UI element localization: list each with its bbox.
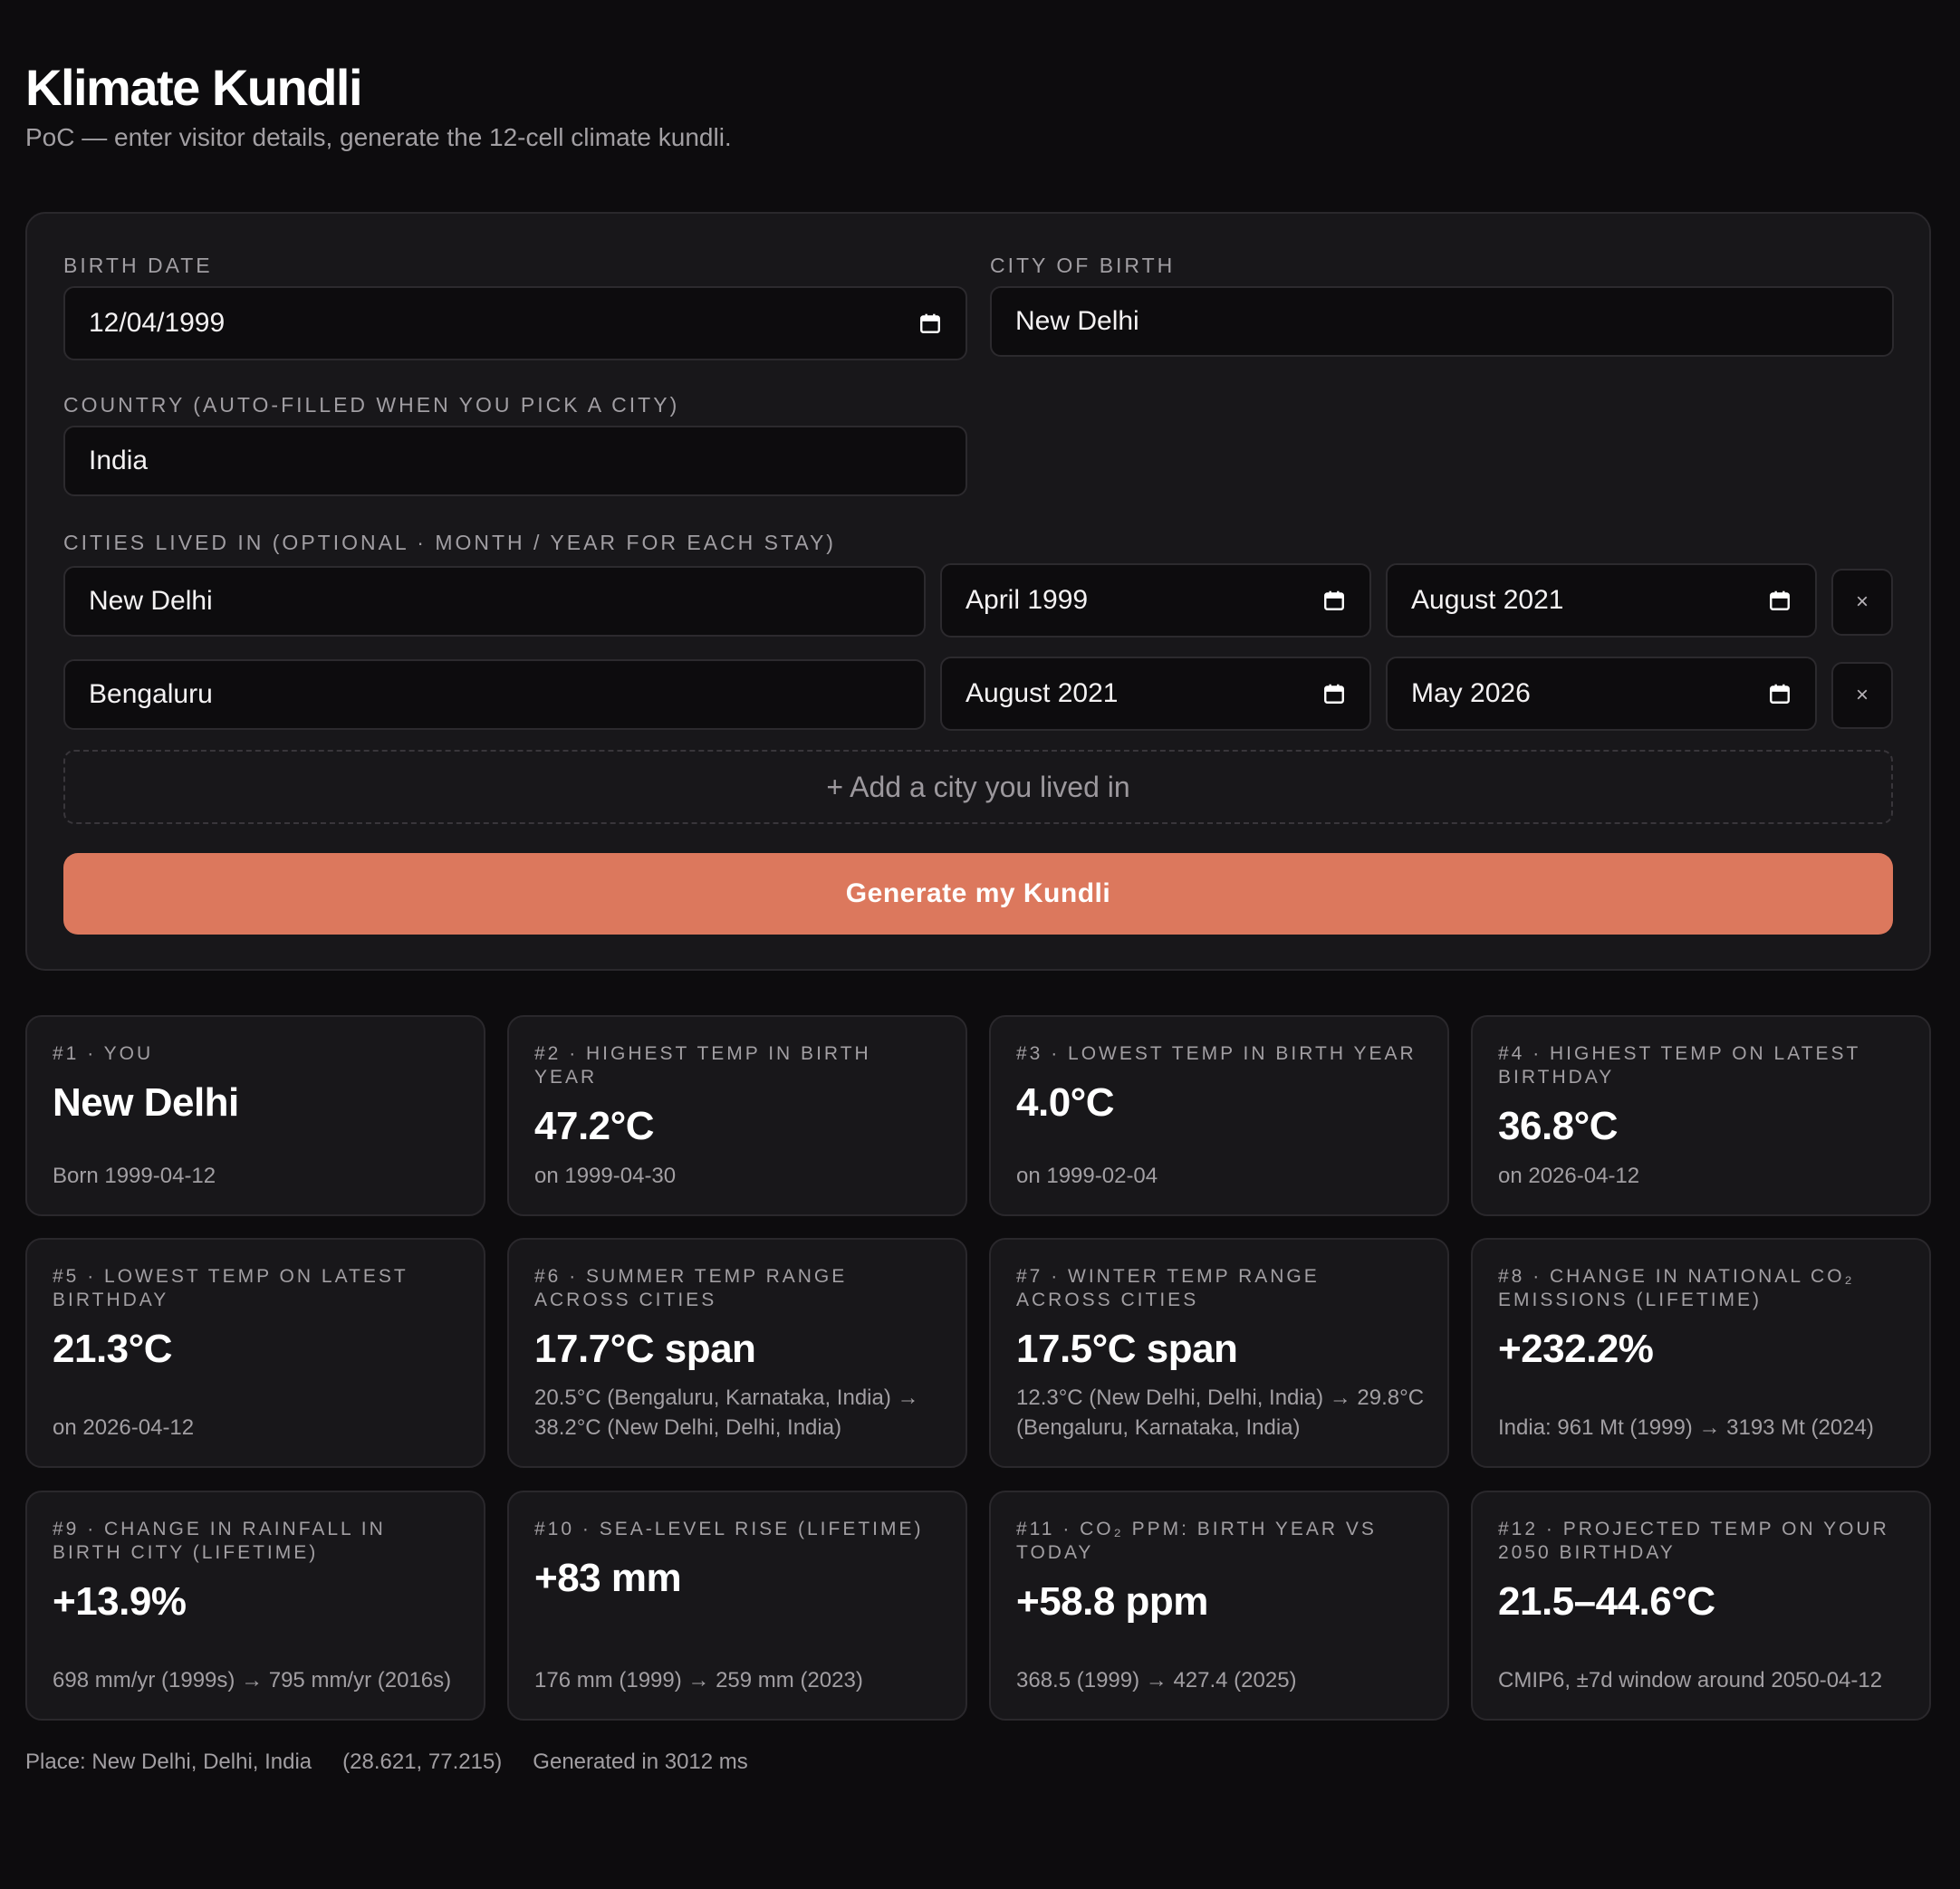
cell-title: #6 · SUMMER TEMP RANGE ACROSS CITIES	[534, 1266, 848, 1310]
calendar-icon[interactable]	[1768, 589, 1792, 612]
cell-title: #4 · HIGHEST TEMP ON LATEST BIRTHDAY	[1498, 1043, 1860, 1088]
city-of-birth-input[interactable]: New Delhi	[990, 286, 1894, 357]
stay-from-value: April 1999	[966, 585, 1089, 615]
stay-city-input[interactable]: New Delhi	[63, 566, 926, 637]
stay-to-input[interactable]: May 2026	[1386, 657, 1817, 731]
city-of-birth-value: New Delhi	[1015, 306, 1139, 336]
remove-stay-button[interactable]: ×	[1831, 662, 1893, 729]
kundli-cell: #8 · CHANGE IN NATIONAL CO₂ EMISSIONS (L…	[1471, 1238, 1931, 1468]
close-icon: ×	[1855, 683, 1869, 707]
calendar-icon[interactable]	[918, 312, 942, 335]
cell-title: #11 · CO₂ PPM: BIRTH YEAR VS TODAY	[1016, 1519, 1377, 1563]
stay-city-value: Bengaluru	[89, 679, 213, 709]
cell-value: New Delhi	[53, 1080, 239, 1125]
kundli-cell: #12 · PROJECTED TEMP ON YOUR 2050 BIRTHD…	[1471, 1491, 1931, 1721]
cell-value: +13.9%	[53, 1579, 187, 1624]
cell-note: Born 1999-04-12	[53, 1164, 216, 1188]
cell-value: 47.2°C	[534, 1104, 655, 1148]
cell-note: CMIP6, ±7d window around 2050-04-12	[1498, 1668, 1883, 1692]
birth-date-label: BIRTH DATE	[63, 254, 213, 277]
cell-note: on 1999-02-04	[1016, 1164, 1158, 1188]
footer-generated: Generated in 3012 ms	[533, 1750, 748, 1774]
cell-note: on 2026-04-12	[1498, 1164, 1640, 1188]
visitor-form: BIRTH DATE 12/04/1999 CITY OF BIRTH New …	[25, 212, 1931, 971]
cell-value: 21.3°C	[53, 1327, 173, 1371]
calendar-icon[interactable]	[1322, 589, 1346, 612]
footer-place: Place: New Delhi, Delhi, India	[25, 1750, 312, 1774]
city-of-birth-label: CITY OF BIRTH	[990, 254, 1176, 277]
page-subtitle: PoC — enter visitor details, generate th…	[25, 123, 732, 151]
cell-note: on 1999-04-30	[534, 1164, 677, 1188]
cell-note: India: 961 Mt (1999) → 3193 Mt (2024)	[1498, 1415, 1874, 1440]
cell-note: on 2026-04-12	[53, 1415, 195, 1440]
country-input[interactable]: India	[63, 426, 967, 496]
kundli-cell: #11 · CO₂ PPM: BIRTH YEAR VS TODAY +58.8…	[989, 1491, 1449, 1721]
generate-kundli-button[interactable]: Generate my Kundli	[63, 853, 1893, 935]
stay-city-value: New Delhi	[89, 586, 213, 616]
cell-note: 20.5°C (Bengaluru, Karnataka, India) → 3…	[534, 1386, 919, 1440]
country-label: COUNTRY (AUTO-FILLED WHEN YOU PICK A CIT…	[63, 393, 680, 417]
cell-title: #5 · LOWEST TEMP ON LATEST BIRTHDAY	[53, 1266, 408, 1310]
cell-value: +232.2%	[1498, 1327, 1654, 1371]
cell-title: #12 · PROJECTED TEMP ON YOUR 2050 BIRTHD…	[1498, 1519, 1889, 1563]
cell-value: 36.8°C	[1498, 1104, 1619, 1148]
cell-title: #3 · LOWEST TEMP IN BIRTH YEAR	[1016, 1043, 1417, 1064]
kundli-cell: #5 · LOWEST TEMP ON LATEST BIRTHDAY 21.3…	[25, 1238, 485, 1468]
cell-value: +58.8 ppm	[1016, 1579, 1208, 1624]
kundli-cell: #10 · SEA-LEVEL RISE (LIFETIME) +83 mm 1…	[507, 1491, 967, 1721]
cell-note: 698 mm/yr (1999s) → 795 mm/yr (2016s)	[53, 1668, 452, 1692]
page: Klimate Kundli PoC — enter visitor detai…	[0, 0, 1960, 1889]
stay-from-input[interactable]: April 1999	[940, 563, 1371, 638]
cell-title: #2 · HIGHEST TEMP IN BIRTH YEAR	[534, 1043, 871, 1088]
footer: Place: New Delhi, Delhi, India (28.621, …	[25, 1750, 748, 1775]
country-value: India	[89, 446, 149, 475]
cell-value: 17.5°C span	[1016, 1327, 1238, 1371]
page-title: Klimate Kundli	[25, 59, 363, 116]
cell-note: 368.5 (1999) → 427.4 (2025)	[1016, 1668, 1297, 1692]
cell-value: 17.7°C span	[534, 1327, 756, 1371]
kundli-cell: #4 · HIGHEST TEMP ON LATEST BIRTHDAY 36.…	[1471, 1015, 1931, 1216]
kundli-cell: #2 · HIGHEST TEMP IN BIRTH YEAR 47.2°C o…	[507, 1015, 967, 1216]
cell-title: #10 · SEA-LEVEL RISE (LIFETIME)	[534, 1519, 924, 1539]
cell-note: 12.3°C (New Delhi, Delhi, India) → 29.8°…	[1016, 1386, 1425, 1440]
remove-stay-button[interactable]: ×	[1831, 569, 1893, 636]
cell-value: +83 mm	[534, 1556, 682, 1600]
birth-date-input[interactable]: 12/04/1999	[63, 286, 967, 360]
stay-to-input[interactable]: August 2021	[1386, 563, 1817, 638]
cell-value: 4.0°C	[1016, 1080, 1115, 1125]
stay-from-value: August 2021	[966, 678, 1119, 708]
cell-title: #9 · CHANGE IN RAINFALL IN BIRTH CITY (L…	[53, 1519, 386, 1563]
footer-coords: (28.621, 77.215)	[342, 1750, 503, 1774]
calendar-icon[interactable]	[1322, 682, 1346, 705]
cell-note: 176 mm (1999) → 259 mm (2023)	[534, 1668, 863, 1692]
kundli-cell: #3 · LOWEST TEMP IN BIRTH YEAR 4.0°C on …	[989, 1015, 1449, 1216]
stay-to-value: August 2021	[1411, 585, 1564, 615]
cell-title: #1 · YOU	[53, 1043, 154, 1064]
calendar-icon[interactable]	[1768, 682, 1792, 705]
kundli-cell: #7 · WINTER TEMP RANGE ACROSS CITIES 17.…	[989, 1238, 1449, 1468]
stay-city-input[interactable]: Bengaluru	[63, 659, 926, 730]
cell-title: #7 · WINTER TEMP RANGE ACROSS CITIES	[1016, 1266, 1320, 1310]
kundli-cell: #9 · CHANGE IN RAINFALL IN BIRTH CITY (L…	[25, 1491, 485, 1721]
cell-value: 21.5–44.6°C	[1498, 1579, 1715, 1624]
stay-from-input[interactable]: August 2021	[940, 657, 1371, 731]
birth-date-value: 12/04/1999	[89, 308, 226, 338]
kundli-cell: #1 · YOU New Delhi Born 1999-04-12	[25, 1015, 485, 1216]
stay-to-value: May 2026	[1411, 678, 1531, 708]
cell-title: #8 · CHANGE IN NATIONAL CO₂ EMISSIONS (L…	[1498, 1266, 1855, 1310]
close-icon: ×	[1855, 590, 1869, 614]
kundli-cell: #6 · SUMMER TEMP RANGE ACROSS CITIES 17.…	[507, 1238, 967, 1468]
cities-lived-label: CITIES LIVED IN (OPTIONAL · MONTH / YEAR…	[63, 531, 836, 554]
add-city-button[interactable]: + Add a city you lived in	[63, 750, 1893, 824]
